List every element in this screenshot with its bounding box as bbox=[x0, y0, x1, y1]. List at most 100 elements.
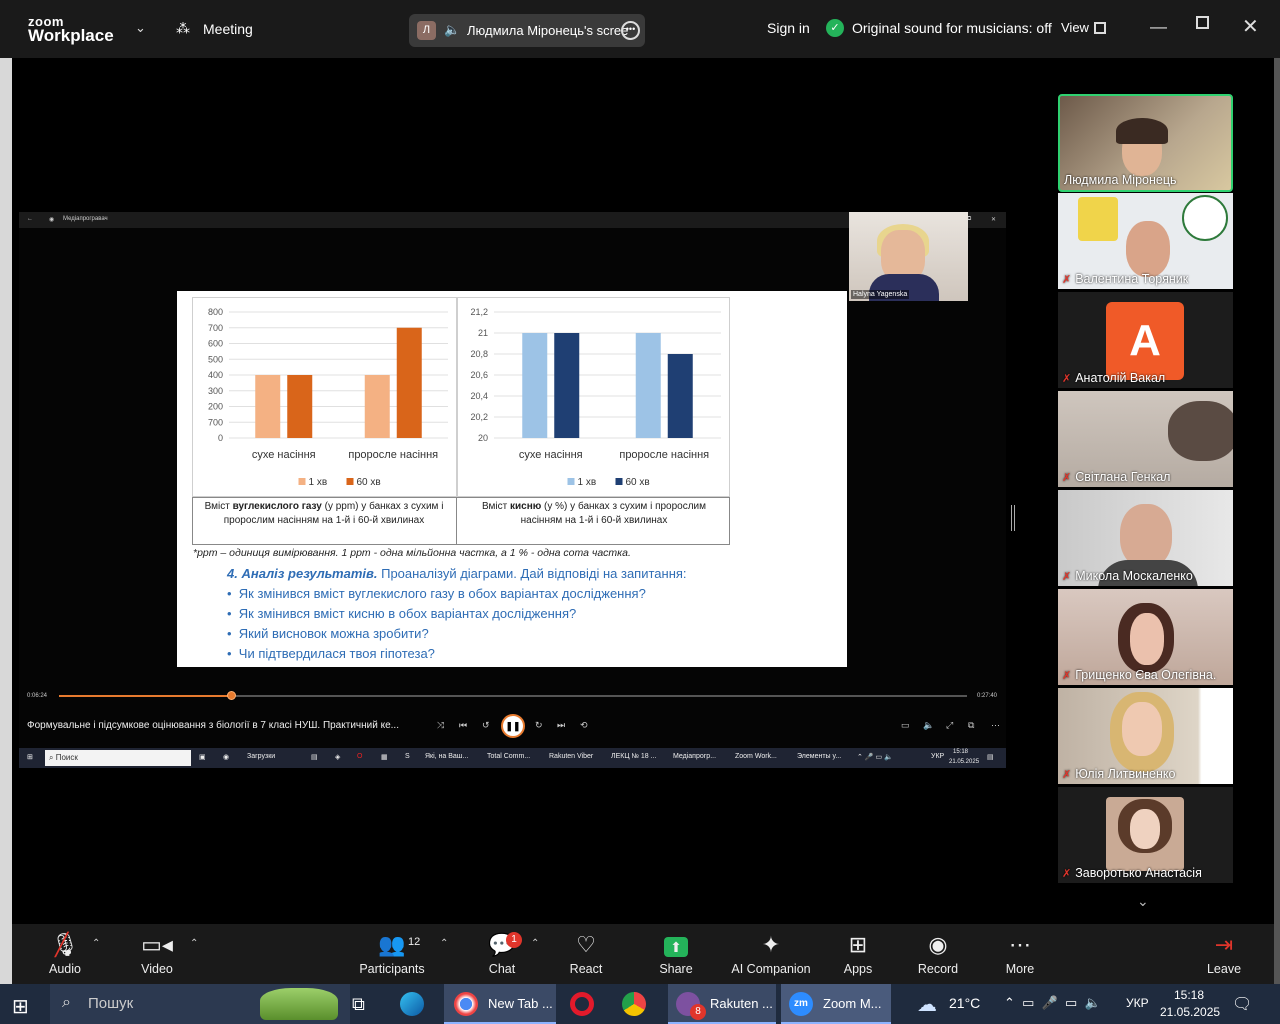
resize-handle[interactable] bbox=[1011, 505, 1015, 531]
more-button[interactable]: ⋯ More bbox=[980, 924, 1060, 984]
maximize-icon[interactable] bbox=[1196, 16, 1209, 29]
outlook-icon: ◈ bbox=[335, 754, 341, 761]
miniplayer-icon[interactable]: ▭ bbox=[901, 720, 910, 731]
tray-icons: ⌃ 🎤 ▭ 🔈 bbox=[857, 754, 893, 761]
previous-icon[interactable]: ⏮ bbox=[459, 720, 467, 731]
audio-button[interactable]: 🎙 ╱ Audio bbox=[25, 924, 105, 984]
taskbar-item: Rakuten Viber bbox=[549, 753, 594, 760]
legend-swatch bbox=[346, 478, 354, 485]
edge-icon[interactable] bbox=[400, 992, 424, 1016]
more-icon[interactable]: ••• bbox=[621, 21, 640, 40]
opera-icon[interactable] bbox=[570, 992, 594, 1016]
y-tick-label: 700 bbox=[208, 323, 223, 333]
participant-tile[interactable]: ✗ Микола Москаленко bbox=[1058, 490, 1233, 586]
task-view-icon[interactable]: ⧉ bbox=[352, 994, 365, 1015]
participant-name: Грищенко Єва Олегівна. bbox=[1075, 668, 1217, 682]
clock-date[interactable]: 21.05.2025 bbox=[1160, 1005, 1220, 1019]
chevron-up-icon[interactable]: ⌃ bbox=[531, 938, 539, 949]
tray-date: 21.05.2025 bbox=[949, 759, 980, 765]
ai-companion-button[interactable]: ✦ AI Companion bbox=[721, 924, 821, 984]
participant-name: Заворотько Анастасія bbox=[1075, 866, 1202, 880]
chevron-down-icon[interactable]: ⌄ bbox=[135, 20, 146, 36]
react-button[interactable]: ♡ React bbox=[546, 924, 626, 984]
rewind-icon[interactable]: ↺ bbox=[482, 720, 490, 731]
y-tick-label: 400 bbox=[208, 370, 223, 380]
leave-icon: ⇥ bbox=[1214, 932, 1234, 957]
next-icon[interactable]: ⏭ bbox=[557, 720, 565, 731]
cast-icon[interactable]: ⧉ bbox=[968, 720, 974, 731]
shuffle-icon[interactable]: ⤨ bbox=[437, 720, 444, 731]
participant-tile[interactable]: ✗ Заворотько Анастасія bbox=[1058, 787, 1233, 883]
legend-label: 1 хв bbox=[578, 477, 597, 488]
shared-screen: ← ◉ Медіапрогравач – ⧉ ✕ Halyna Yagenska… bbox=[19, 212, 1006, 768]
minimize-icon[interactable]: — bbox=[1150, 17, 1167, 37]
view-button[interactable]: View bbox=[1061, 20, 1089, 35]
notification-icon[interactable]: 🗨 bbox=[1232, 994, 1252, 1014]
taskbar-item-zoom[interactable]: zm Zoom M... bbox=[781, 984, 891, 1024]
video-title: Формувальне і підсумкове оцінювання з бі… bbox=[27, 720, 399, 731]
original-sound-toggle[interactable]: Original sound for musicians: off bbox=[852, 20, 1052, 36]
seek-handle[interactable] bbox=[226, 691, 236, 700]
chevron-down-icon[interactable]: ⌄ bbox=[1137, 893, 1149, 910]
fullscreen-icon[interactable]: ⤢ bbox=[946, 720, 953, 731]
view-grid-icon[interactable] bbox=[1094, 22, 1106, 34]
chevron-up-icon[interactable]: ⌃ bbox=[440, 938, 448, 949]
sign-in-link[interactable]: Sign in bbox=[767, 20, 810, 36]
share-status-pill[interactable]: Л 🔈 Людмила Міронець's scree ••• bbox=[409, 14, 645, 47]
participant-name: Микола Москаленко bbox=[1075, 569, 1193, 583]
participant-name: Людмила Міронець bbox=[1064, 173, 1177, 187]
legend-label: 1 хв bbox=[309, 477, 328, 488]
video-button[interactable]: ▭◂ Video bbox=[117, 924, 197, 984]
co2-caption: Вміст вуглекислого газу (у ppm) у банках… bbox=[204, 501, 444, 526]
weather-icon[interactable]: ☁ bbox=[917, 992, 937, 1017]
forward-icon[interactable]: ↻ bbox=[535, 720, 543, 731]
taskbar-item-viber[interactable]: 8 Rakuten ... bbox=[668, 984, 776, 1024]
participants-button[interactable]: 👥 12 Participants bbox=[352, 924, 432, 984]
mic-muted-icon: ✗ bbox=[1062, 868, 1072, 880]
repeat-icon[interactable]: ⟲ bbox=[580, 720, 588, 731]
y-tick-label: 21,2 bbox=[470, 307, 488, 317]
bar-1-хв bbox=[364, 375, 390, 438]
list-item: • Як змінився вміст кисню в обох варіант… bbox=[227, 606, 577, 621]
participant-tile[interactable]: ✗ Валентина Торяник bbox=[1058, 193, 1233, 289]
skype-icon: S bbox=[405, 753, 410, 760]
tray-language[interactable]: УКР bbox=[1126, 996, 1149, 1010]
participant-tile[interactable]: A ✗ Анатолій Вакал bbox=[1058, 292, 1233, 388]
clock-time[interactable]: 15:18 bbox=[1174, 988, 1204, 1002]
weather-temp[interactable]: 21°C bbox=[949, 995, 980, 1011]
leave-button[interactable]: ⇥ Leave bbox=[1184, 924, 1264, 984]
participant-tile[interactable]: Людмила Міронець bbox=[1058, 94, 1233, 192]
shield-check-icon: ✓ bbox=[826, 19, 844, 37]
taskbar-item-chrome-newtab[interactable]: New Tab ... bbox=[444, 984, 556, 1024]
record-button[interactable]: ◉ Record bbox=[898, 924, 978, 984]
taskbar-item: Які, на Ваш... bbox=[425, 753, 469, 760]
participant-tile[interactable]: ✗ Грищенко Єва Олегівна. bbox=[1058, 589, 1233, 685]
close-icon[interactable]: ✕ bbox=[1242, 14, 1259, 39]
sparkle-icon: ✦ bbox=[761, 932, 781, 957]
chat-button[interactable]: 💬 1 Chat bbox=[462, 924, 542, 984]
participant-tile[interactable]: ✗ Світлана Генкал bbox=[1058, 391, 1233, 487]
zoom-titlebar: zoom Workplace ⌄ ⁂ Meeting Л 🔈 Людмила М… bbox=[0, 0, 1280, 58]
close-icon[interactable]: ✕ bbox=[991, 216, 996, 223]
more-icon[interactable]: ⋯ bbox=[991, 720, 1000, 731]
chevron-up-icon[interactable]: ⌃ bbox=[190, 938, 198, 949]
windows-start-icon: ⊞ bbox=[27, 754, 33, 761]
tray-icons[interactable]: ⌃ ▭ 🎤 ▭ 🔈 bbox=[1004, 995, 1101, 1011]
pause-button[interactable]: ❚❚ bbox=[501, 714, 525, 738]
taskbar-search[interactable]: ⌕ Пошук bbox=[50, 984, 350, 1024]
zoom-icon: zm bbox=[789, 992, 813, 1016]
back-icon[interactable]: ← bbox=[27, 216, 33, 222]
share-button[interactable]: ⬆ Share bbox=[636, 924, 716, 984]
volume-icon[interactable]: 🔈 bbox=[923, 720, 934, 731]
windows-start-icon[interactable]: ⊞ bbox=[12, 994, 29, 1019]
participant-tile[interactable]: ✗ Юлія Литвиненко bbox=[1058, 688, 1233, 784]
participant-name: Юлія Литвиненко bbox=[1075, 767, 1176, 781]
meeting-tab[interactable]: Meeting bbox=[203, 21, 253, 37]
apps-button[interactable]: ⊞ Apps bbox=[818, 924, 898, 984]
chevron-up-icon[interactable]: ⌃ bbox=[92, 938, 100, 949]
chrome-icon[interactable] bbox=[622, 992, 646, 1016]
taskbar-item: Загрузки bbox=[247, 753, 276, 760]
list-item: • Чи підтвердилася твоя гіпотеза? bbox=[227, 646, 435, 661]
participant-name: Анатолій Вакал bbox=[1075, 371, 1166, 385]
list-item: • Як змінився вміст вуглекислого газу в … bbox=[227, 586, 646, 601]
